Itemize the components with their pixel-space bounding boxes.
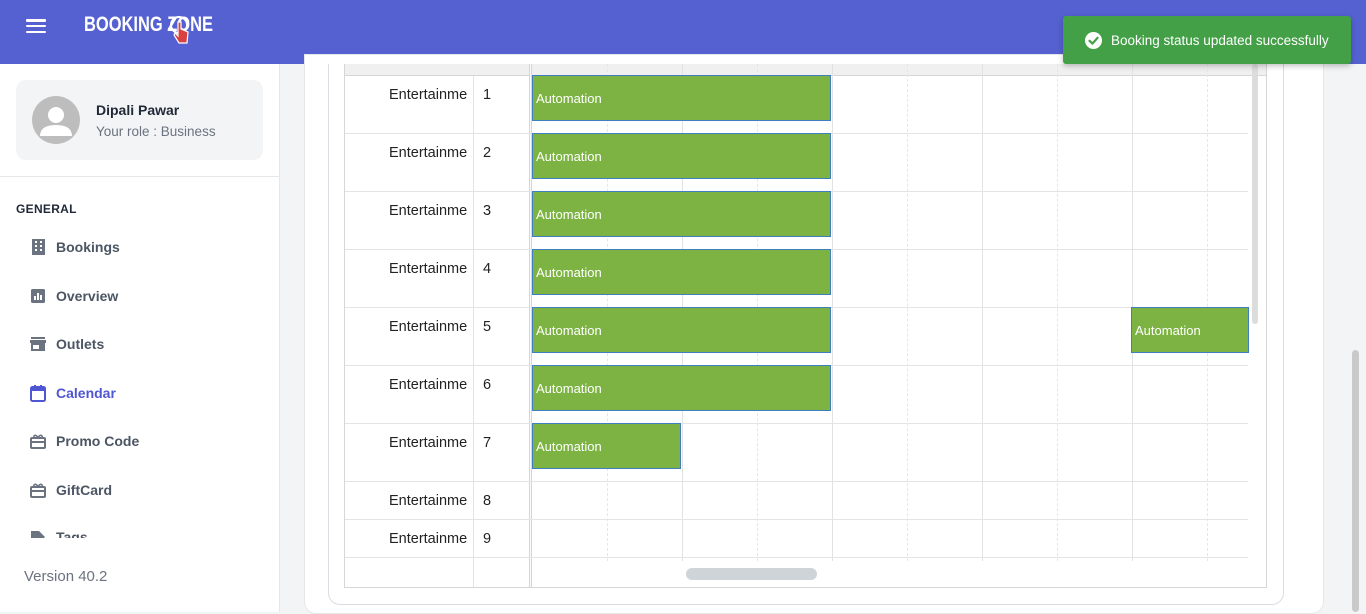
resource-name: Entertainme: [389, 203, 468, 219]
profile-card[interactable]: Dipali Pawar Your role : Business: [16, 80, 263, 160]
row-separator: [345, 557, 1248, 558]
avatar: [32, 96, 80, 144]
resource-number: 2: [483, 145, 492, 161]
resource-number: 9: [483, 531, 492, 547]
sidebar-item-label: Tags: [56, 529, 88, 538]
resource-name: Entertainme: [389, 145, 468, 161]
user-icon: [40, 107, 72, 136]
sidebar-item-outlets[interactable]: Outlets: [30, 332, 104, 356]
event-block[interactable]: Automation: [532, 75, 831, 121]
sidebar-item-label: Overview: [56, 288, 119, 304]
toast-message: Booking status updated successfully: [1111, 32, 1329, 48]
resource-number: 3: [483, 203, 492, 219]
sidebar-item-label: Promo Code: [56, 433, 140, 449]
sidebar-item-promo-code[interactable]: Promo Code: [30, 429, 139, 453]
gift-icon: [30, 433, 46, 449]
timeline-gridline: [982, 64, 983, 561]
timeline-gridline: [907, 64, 908, 561]
logo-graphic: BOOKING ZONE: [84, 13, 213, 44]
logo-text: BOOKING ZONE: [84, 13, 213, 36]
profile-name: Dipali Pawar: [96, 102, 180, 118]
sidebar-item-overview[interactable]: Overview: [30, 284, 118, 308]
sidebar-item-giftcard[interactable]: GiftCard: [30, 478, 112, 502]
sidebar-item-label: Outlets: [56, 336, 105, 352]
menu-icon[interactable]: [26, 17, 46, 35]
event-block[interactable]: Automation: [532, 191, 831, 237]
app-version: Version 40.2: [24, 568, 108, 585]
sidebar-item-label: GiftCard: [56, 482, 112, 498]
resource-name: Entertainme: [389, 493, 468, 509]
sidebar-item-bookings[interactable]: Bookings: [30, 235, 120, 259]
calendar-icon: [30, 384, 46, 402]
resource-number: 8: [483, 493, 492, 509]
event-block[interactable]: Automation: [1131, 307, 1249, 353]
sidebar-divider: [0, 176, 279, 177]
event-block[interactable]: Automation: [532, 133, 831, 179]
sidebar-item-calendar[interactable]: Calendar: [30, 381, 116, 405]
scheduler-horizontal-scrollbar[interactable]: [686, 568, 817, 580]
resource-number: 1: [483, 87, 492, 103]
sidebar: Dipali Pawar Your role : Business GENERA…: [0, 64, 280, 612]
row-separator: [345, 481, 1248, 482]
success-toast[interactable]: Booking status updated successfully: [1063, 16, 1351, 64]
check-circle-icon: [1085, 31, 1102, 49]
store-icon: [30, 336, 46, 352]
app-logo[interactable]: BOOKING ZONE: [84, 10, 216, 46]
sidebar-item-tags[interactable]: Tags: [30, 525, 88, 538]
sidebar-item-label: Bookings: [56, 239, 120, 255]
event-block[interactable]: Automation: [532, 307, 831, 353]
profile-role: Your role : Business: [96, 124, 216, 139]
sidebar-nav: Bookings Overview Outlets Calendar Promo…: [0, 222, 279, 538]
timeline-gridline: [832, 64, 833, 561]
sidebar-item-label: Calendar: [56, 385, 116, 401]
resource-name: Entertainme: [389, 87, 468, 103]
scheduler-vertical-scrollbar[interactable]: [1252, 64, 1258, 324]
timeline-gridline: [1057, 64, 1058, 561]
tag-icon: [30, 529, 46, 538]
resource-number: 5: [483, 319, 492, 335]
resource-number: 6: [483, 377, 492, 393]
resource-number: 4: [483, 261, 492, 277]
event-block[interactable]: Automation: [532, 249, 831, 295]
page-vertical-scrollbar[interactable]: [1352, 350, 1359, 612]
building-icon: [30, 239, 46, 255]
scheduler-grid: Entertainme 1 Entertainme 2 Entertainme …: [344, 64, 1267, 588]
resource-name: Entertainme: [389, 377, 468, 393]
event-block[interactable]: Automation: [532, 365, 831, 411]
resource-name: Entertainme: [389, 319, 468, 335]
bar-chart-icon: [30, 288, 46, 304]
resource-name: Entertainme: [389, 435, 468, 451]
section-title: GENERAL: [16, 202, 77, 216]
gift-card-icon: [30, 482, 46, 498]
event-block[interactable]: Automation: [532, 423, 681, 469]
row-separator: [345, 423, 1248, 424]
resource-number: 7: [483, 435, 492, 451]
row-separator: [345, 519, 1248, 520]
resource-name: Entertainme: [389, 531, 468, 547]
resource-name: Entertainme: [389, 261, 468, 277]
